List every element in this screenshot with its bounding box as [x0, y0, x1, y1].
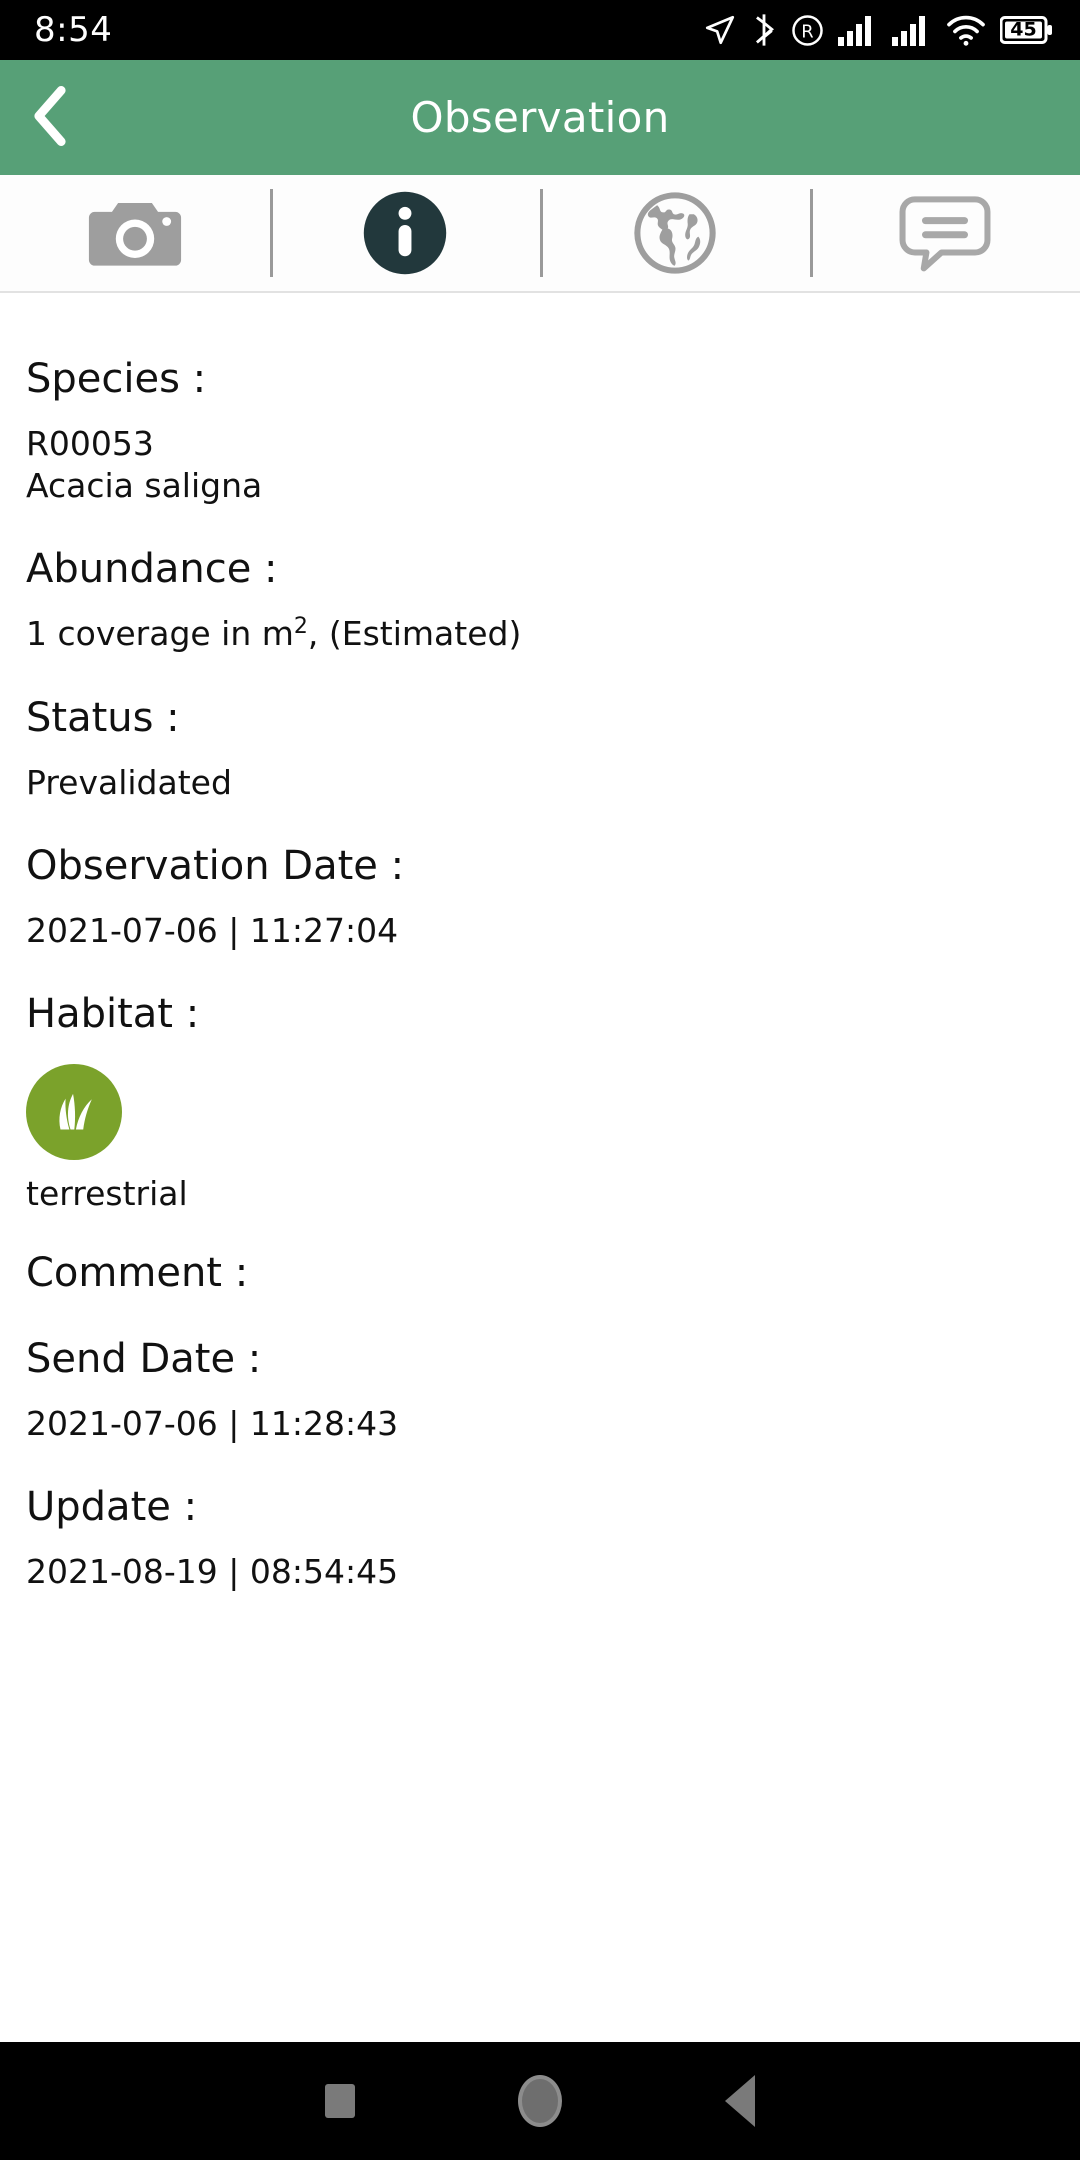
- camera-icon: [87, 194, 183, 272]
- system-navigation-bar: [0, 2042, 1080, 2160]
- wifi-icon: [946, 13, 986, 47]
- home-button[interactable]: [440, 2042, 640, 2160]
- field-species: Species : R00053 Acacia saligna: [26, 337, 1054, 527]
- circle-icon: [518, 2075, 562, 2127]
- habitat-value: terrestrial: [26, 1174, 188, 1214]
- abundance-value-suffix: , (Estimated): [307, 614, 522, 654]
- triangle-left-icon: [725, 2075, 755, 2127]
- field-update: Update : 2021-08-19 | 08:54:45: [26, 1465, 1054, 1613]
- abundance-label: Abundance :: [26, 546, 278, 593]
- observation-date-label: Observation Date :: [26, 842, 405, 889]
- tab-map[interactable]: [540, 175, 810, 291]
- status-label: Status :: [26, 694, 180, 741]
- info-circle-icon: [362, 190, 448, 276]
- status-icon-group: R 45: [703, 13, 1054, 47]
- svg-text:R: R: [801, 21, 813, 42]
- tab-bar: [0, 175, 1080, 293]
- send-date-label: Send Date :: [26, 1336, 262, 1383]
- observation-date-value: 2021-07-06 | 11:27:04: [26, 910, 399, 950]
- status-bar: 8:54 R 45: [0, 0, 1080, 60]
- globe-icon: [632, 190, 718, 276]
- bluetooth-icon: [751, 13, 777, 47]
- field-habitat: Habitat : terrestrial: [26, 972, 1054, 1231]
- page-title: Observation: [410, 93, 670, 142]
- habitat-block: terrestrial: [26, 1058, 1054, 1231]
- species-code: R00053: [26, 424, 154, 463]
- species-value: R00053 Acacia saligna: [26, 423, 1054, 527]
- recents-button[interactable]: [240, 2042, 440, 2160]
- comment-bubble-icon: [899, 193, 991, 273]
- abundance-value: 1 coverage in m2, (Estimated): [26, 613, 1054, 675]
- update-value: 2021-08-19 | 08:54:45: [26, 1552, 399, 1592]
- app-screen: 8:54 R 45 Observation Species: R00053 A…: [0, 0, 1080, 2160]
- battery-icon: 45: [1000, 15, 1054, 45]
- field-abundance: Abundance : 1 coverage in m2, (Estimated…: [26, 527, 1054, 675]
- location-arrow-icon: [703, 13, 737, 47]
- abundance-unit-exponent: 2: [293, 614, 308, 640]
- status-clock: 8:54: [34, 10, 113, 50]
- species-label: Species :: [26, 356, 207, 402]
- send-date-value: 2021-07-06 | 11:28:43: [26, 1404, 399, 1444]
- grass-circle-icon: [26, 1064, 122, 1161]
- back-nav-button[interactable]: [640, 2042, 840, 2160]
- field-comment: Comment :: [26, 1231, 1054, 1317]
- comment-label: Comment :: [26, 1250, 249, 1297]
- field-send-date: Send Date : 2021-07-06 | 11:28:43: [26, 1317, 1054, 1465]
- observation-details: Species : R00053 Acacia saligna Abundanc…: [0, 293, 1080, 2042]
- field-status: Status : Prevalidated: [26, 676, 1054, 824]
- app-bar: Observation: [0, 60, 1080, 175]
- tab-info[interactable]: [270, 175, 540, 291]
- tab-comments[interactable]: [810, 175, 1080, 291]
- update-label: Update :: [26, 1484, 198, 1531]
- field-observation-date: Observation Date : 2021-07-06 | 11:27:04: [26, 824, 1054, 972]
- battery-percent-label: 45: [1010, 18, 1037, 41]
- tab-photos[interactable]: [0, 175, 270, 291]
- signal-bars-2-icon: [892, 14, 932, 46]
- species-name: Acacia saligna: [26, 466, 263, 506]
- signal-bars-icon: [838, 14, 878, 46]
- square-icon: [325, 2084, 355, 2118]
- habitat-label: Habitat :: [26, 991, 200, 1038]
- abundance-value-prefix: 1 coverage in m: [26, 614, 294, 654]
- status-value: Prevalidated: [26, 762, 232, 802]
- roaming-icon: R: [791, 14, 824, 47]
